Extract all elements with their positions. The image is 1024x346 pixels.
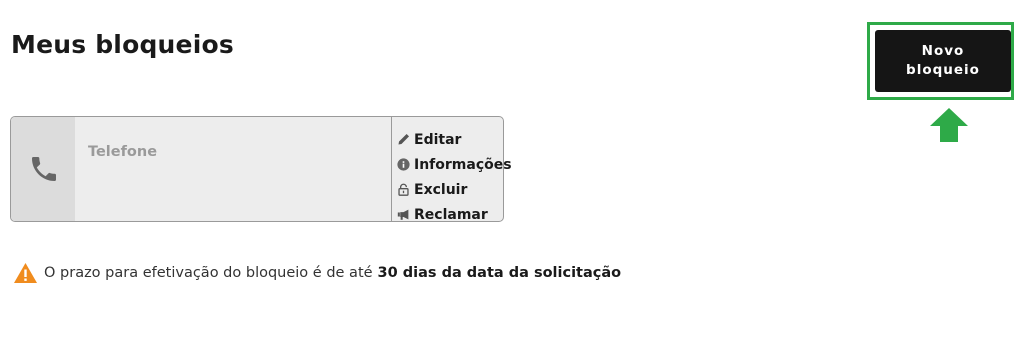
arrow-up-icon [930, 108, 968, 142]
info-icon [397, 158, 410, 171]
info-action[interactable]: Informações [397, 152, 512, 177]
info-action-label: Informações [414, 156, 512, 173]
warning-icon [14, 263, 37, 283]
page-title: Meus bloqueios [11, 30, 234, 59]
new-block-button[interactable]: Novo bloqueio [875, 30, 1011, 92]
page: Meus bloqueios Novo bloqueio Telefone Ed… [0, 0, 1024, 346]
lock-icon [398, 183, 409, 196]
megaphone-icon [397, 209, 409, 220]
notice-text: O prazo para efetivação do bloqueio é de… [44, 265, 373, 281]
block-card-divider [391, 117, 392, 221]
phone-icon [32, 157, 56, 181]
complain-action-label: Reclamar [414, 206, 488, 223]
notice-emphasis: 30 dias da data da solicitação [377, 265, 622, 281]
deadline-notice: O prazo para efetivação do bloqueio é de… [13, 262, 621, 284]
edit-action-label: Editar [414, 131, 462, 148]
block-card-icon-panel [11, 117, 75, 221]
pencil-icon [398, 133, 410, 145]
delete-action-label: Excluir [414, 181, 468, 198]
delete-action[interactable]: Excluir [397, 177, 512, 202]
block-actions: Editar Informações Excluir Reclamar [397, 127, 512, 227]
edit-action[interactable]: Editar [397, 127, 512, 152]
block-label: Telefone [88, 144, 158, 160]
complain-action[interactable]: Reclamar [397, 202, 512, 227]
block-card: Telefone Editar Informações Excluir Recl… [10, 116, 512, 223]
